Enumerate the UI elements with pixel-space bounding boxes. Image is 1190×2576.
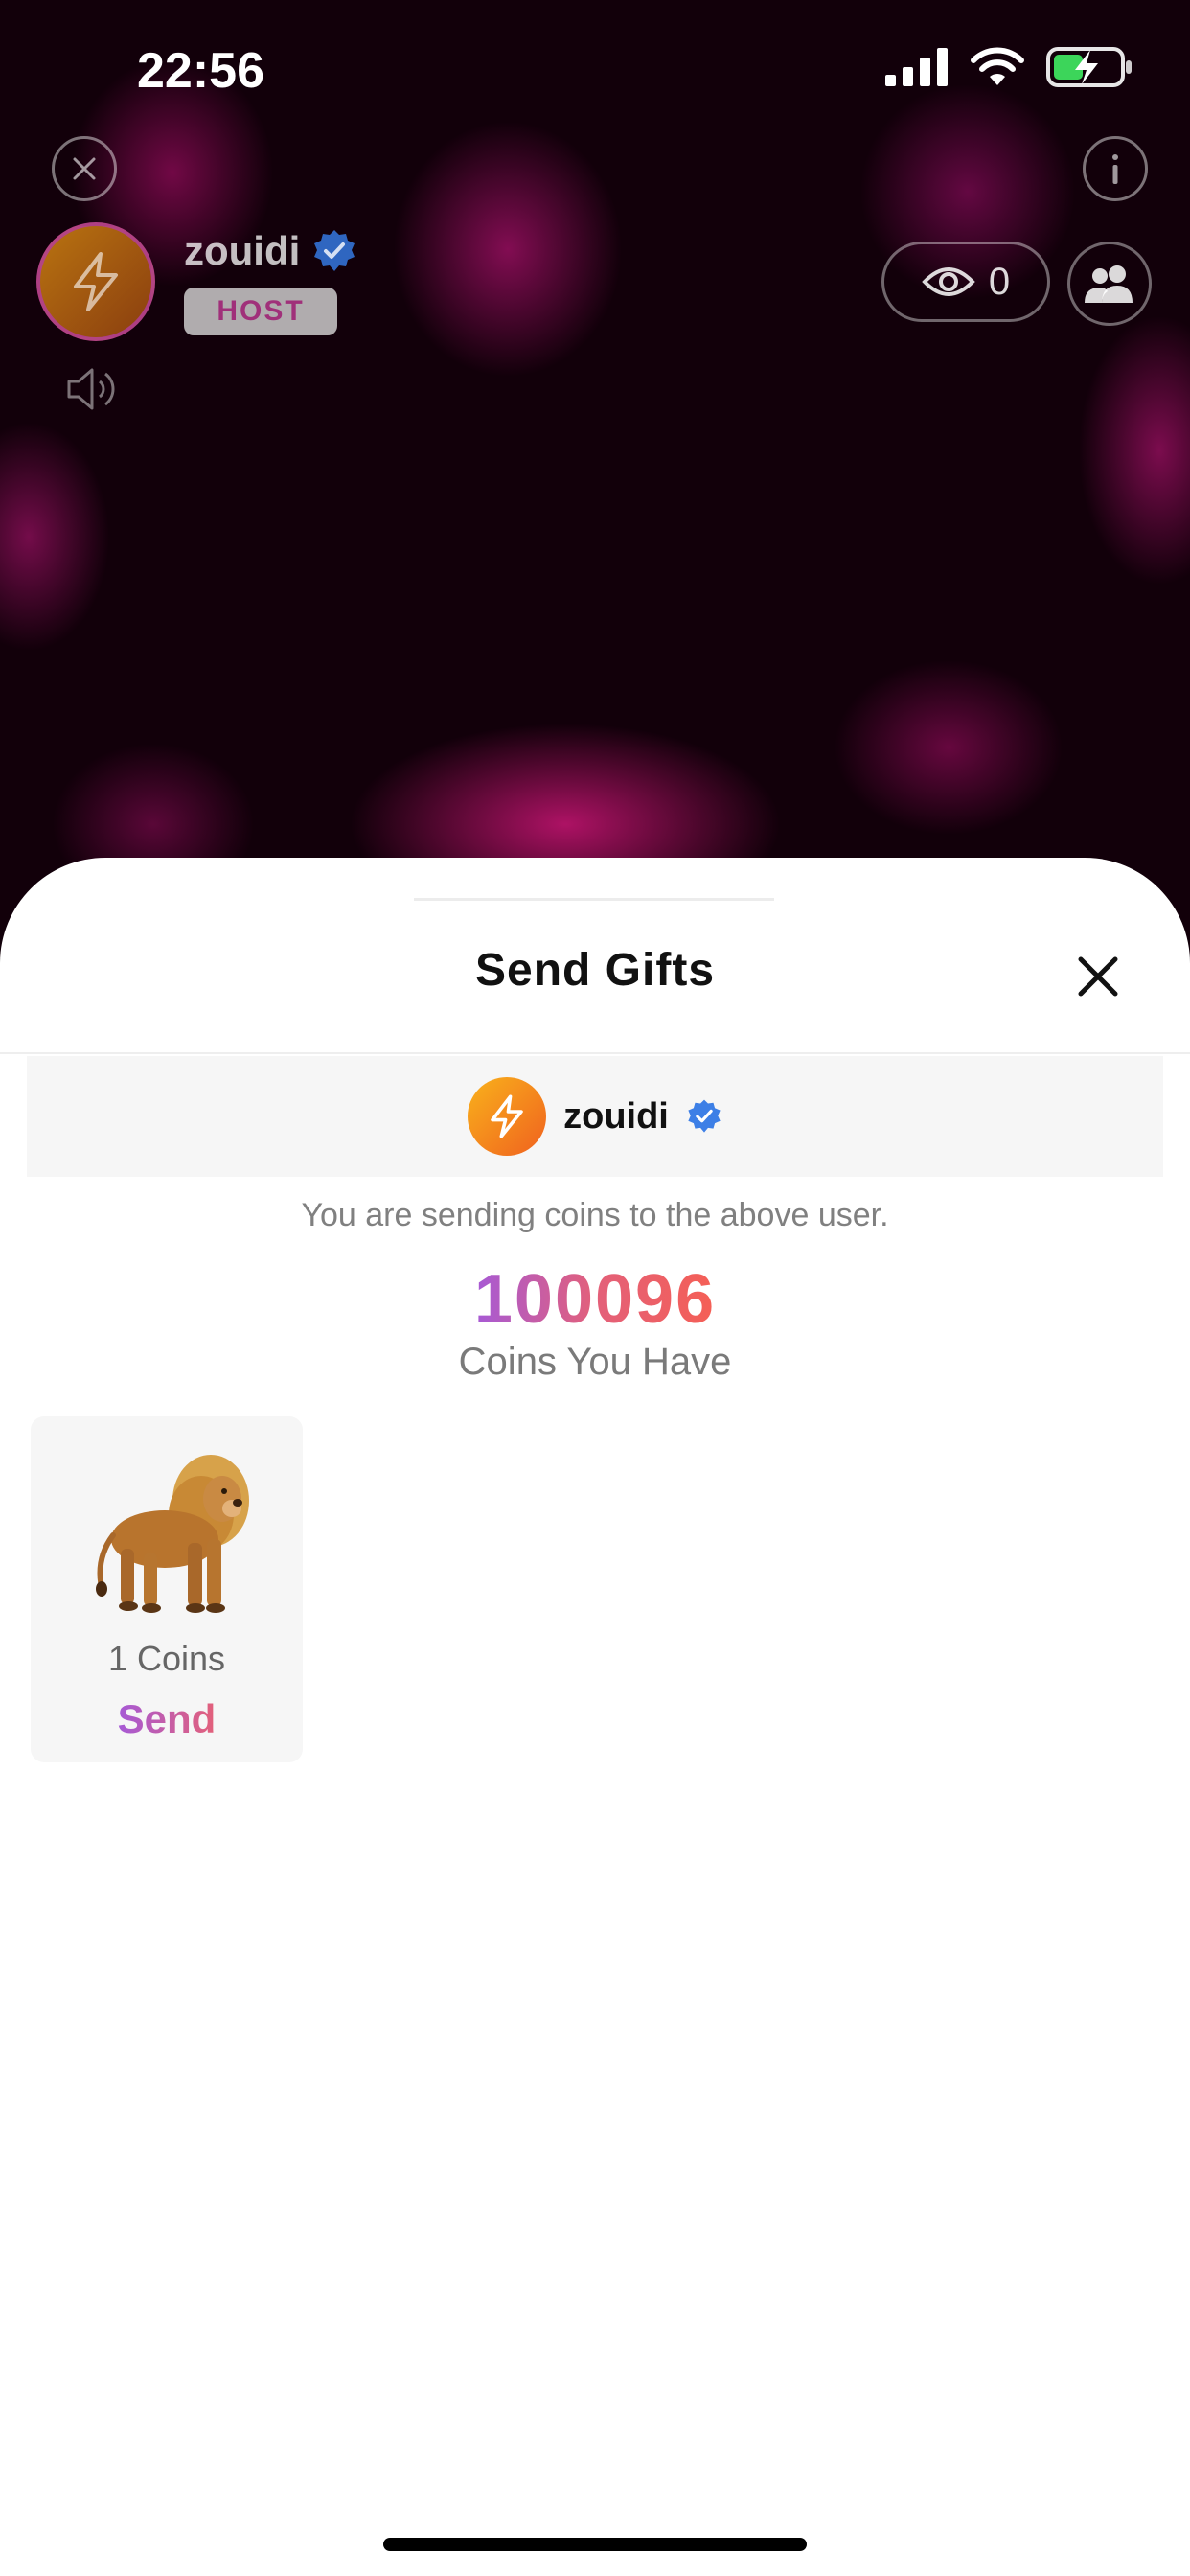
- wifi-icon: [971, 47, 1024, 85]
- gift-price: 1 Coins: [107, 1639, 226, 1678]
- verified-badge-icon: [688, 1099, 721, 1133]
- users-icon: [1085, 265, 1133, 303]
- recipient-row: zouidi: [27, 1056, 1163, 1177]
- lion-gift-icon: [96, 1455, 249, 1613]
- gift-send-label: Send: [117, 1696, 217, 1741]
- speaker-icon[interactable]: [63, 360, 121, 418]
- eye-icon: [922, 267, 975, 296]
- live-stream-video: [0, 0, 1190, 958]
- viewer-count: 0: [988, 260, 1011, 303]
- divider: [0, 1052, 1190, 1054]
- gift-send-button[interactable]: Send: [31, 1696, 303, 1742]
- participants-button[interactable]: [1067, 242, 1152, 326]
- info-icon: [1112, 154, 1118, 184]
- viewer-count-pill[interactable]: 0: [881, 242, 1050, 322]
- gift-card[interactable]: 1 Coins Send: [31, 1416, 303, 1762]
- home-indicator[interactable]: [383, 2538, 807, 2551]
- send-gifts-sheet: Send Gifts zouidi You are sending coins …: [0, 858, 1190, 2576]
- host-avatar[interactable]: [36, 222, 155, 341]
- recipient-avatar: [468, 1077, 547, 1156]
- coins-balance: 100096: [0, 1260, 1190, 1339]
- host-badge: HOST: [184, 288, 337, 335]
- sheet-title: Send Gifts: [474, 945, 716, 996]
- close-icon[interactable]: [1075, 954, 1121, 1000]
- host-name: zouidi: [184, 228, 301, 273]
- close-stream-button[interactable]: [52, 136, 117, 201]
- status-icons: [885, 46, 1134, 88]
- lightning-icon: [74, 252, 118, 311]
- recipient-name: zouidi: [563, 1095, 669, 1137]
- verified-badge-icon: [314, 230, 355, 271]
- coins-label: Coins You Have: [458, 1341, 732, 1383]
- info-button[interactable]: [1083, 136, 1148, 201]
- sheet-grabber[interactable]: [414, 898, 774, 901]
- lightning-icon: [491, 1094, 523, 1138]
- host-name-row: zouidi: [184, 228, 357, 274]
- status-time: 22:56: [137, 43, 264, 99]
- coins-balance-value: 100096: [473, 1261, 717, 1338]
- sending-info-text: You are sending coins to the above user.: [301, 1197, 889, 1233]
- battery-charging-icon: [1046, 47, 1132, 87]
- close-icon: [73, 157, 96, 180]
- cellular-signal-icon: [885, 48, 948, 86]
